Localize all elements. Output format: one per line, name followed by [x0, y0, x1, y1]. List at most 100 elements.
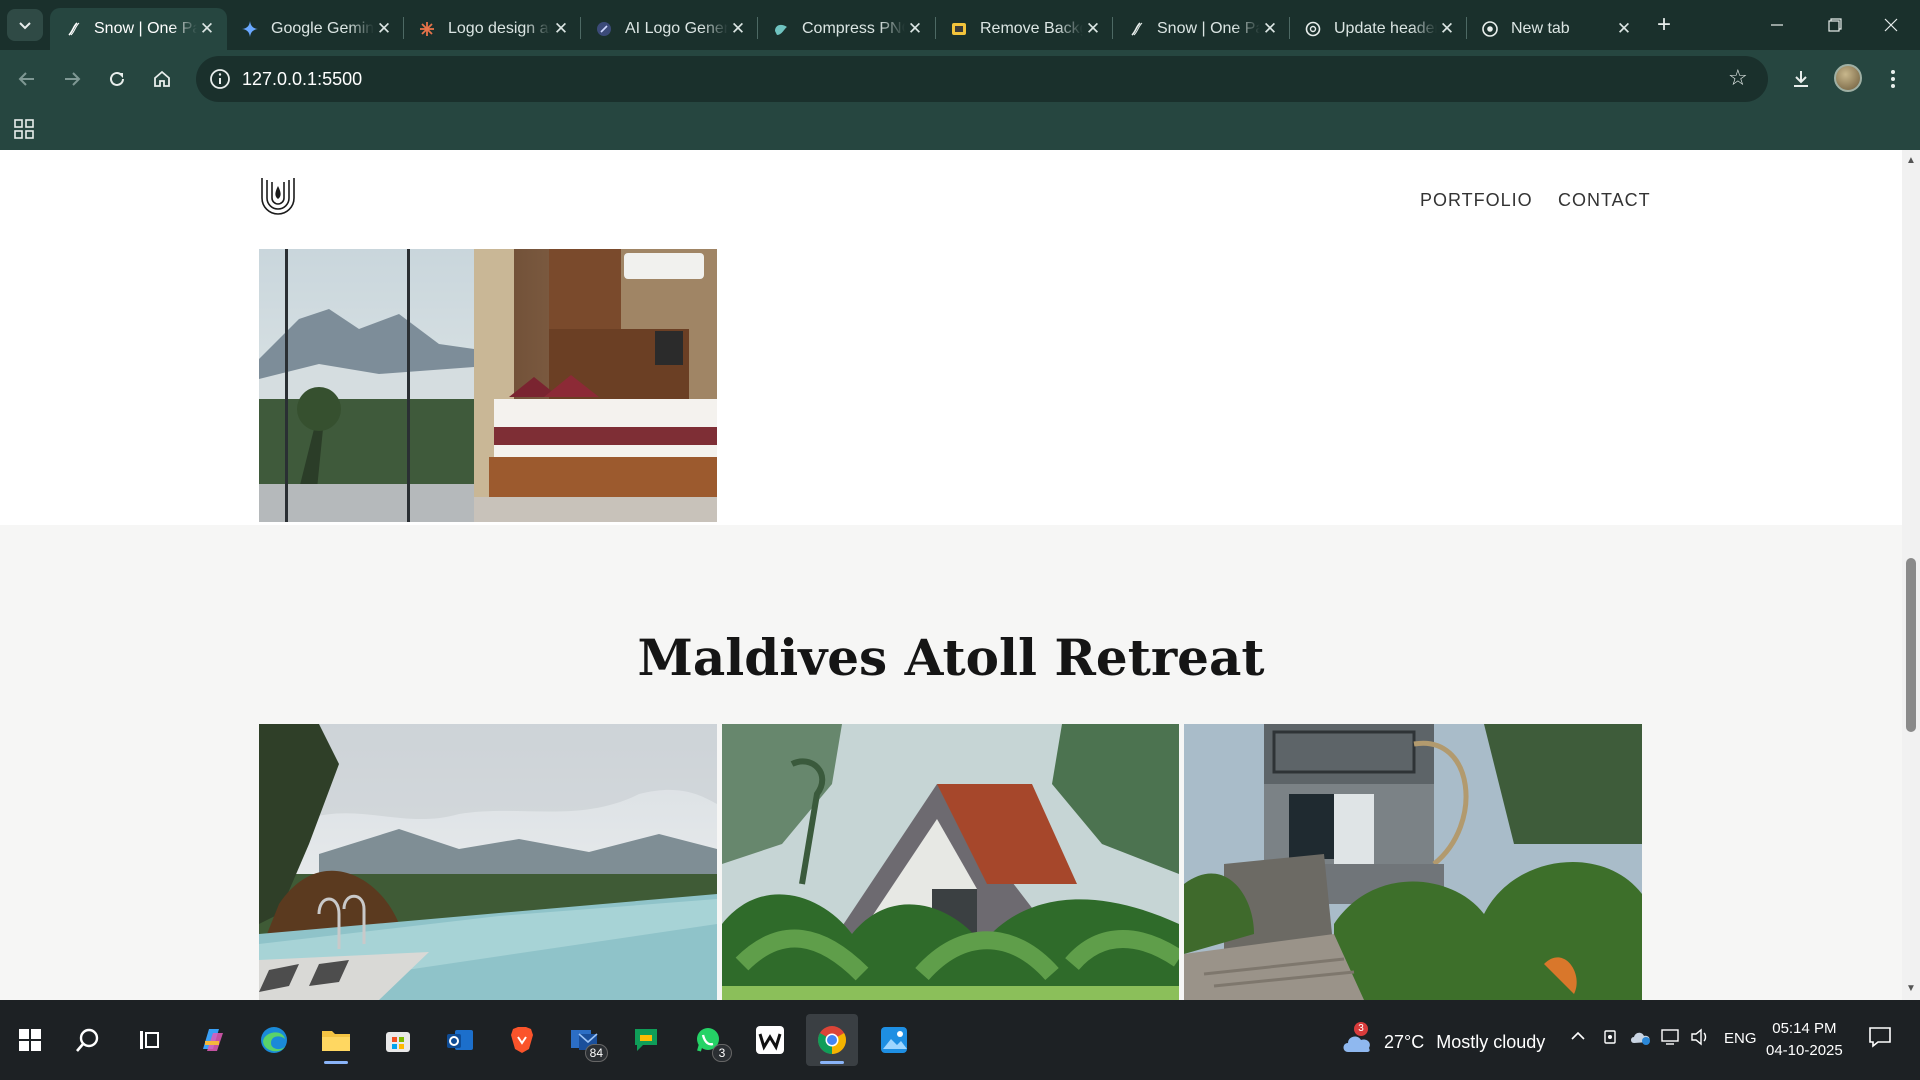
forward-button[interactable] [55, 62, 89, 96]
tab-close-icon[interactable]: ✕ [551, 19, 571, 39]
cloud-icon: 3 [1340, 1022, 1374, 1056]
tab-close-icon[interactable]: ✕ [1260, 19, 1280, 39]
bedroom-view-photo[interactable] [259, 249, 717, 522]
arrow-right-icon [65, 72, 81, 86]
restore-icon[interactable] [1806, 0, 1864, 50]
scroll-down-icon[interactable]: ▼ [1906, 984, 1916, 994]
scrollbar-thumb[interactable] [1906, 558, 1916, 732]
arrow-left-icon [18, 72, 34, 86]
reload-button[interactable] [100, 62, 134, 96]
nav-contact-link[interactable]: CONTACT [1558, 190, 1651, 211]
network-icon[interactable] [1660, 1028, 1680, 1051]
clock-date: 04-10-2025 [1766, 1042, 1843, 1059]
menu-kebab-icon[interactable] [1878, 64, 1908, 94]
logo-design-icon [418, 20, 436, 38]
page-scrollbar[interactable]: ▲ ▼ [1902, 150, 1920, 1000]
minimize-icon[interactable] [1748, 0, 1806, 50]
bookmarks-bar [0, 108, 1920, 150]
photos-app-icon[interactable] [868, 1014, 920, 1066]
edge-icon[interactable] [248, 1014, 300, 1066]
tab-title: Snow | One Page [1157, 20, 1260, 37]
browser-toolbar: 127.0.0.1:5500 ☆ [0, 50, 1920, 108]
tab-title: Update header [1334, 20, 1437, 37]
tab-title: New tab [1511, 20, 1570, 37]
volume-icon[interactable] [1690, 1028, 1710, 1051]
microsoft-store-icon[interactable] [372, 1014, 424, 1066]
outlook-icon[interactable] [434, 1014, 486, 1066]
tab-close-icon[interactable]: ✕ [1614, 19, 1634, 39]
chrome-icon [1481, 20, 1499, 38]
windows-start-icon[interactable] [4, 1014, 56, 1066]
chrome-taskbar-icon[interactable] [806, 1014, 858, 1066]
tab-snow[interactable]: Snow | One Page ✕ [1113, 8, 1290, 50]
close-window-icon[interactable] [1862, 0, 1920, 50]
download-icon[interactable] [1786, 64, 1816, 94]
windows-taskbar: 84 3 3 27°C Mostly cloudy ENG 05:14 PM 0… [0, 1000, 1920, 1080]
site-header: PORTFOLIO CONTACT [0, 150, 1902, 248]
wps-office-icon[interactable] [744, 1014, 796, 1066]
infinity-pool-photo[interactable] [259, 724, 717, 1000]
site-info-icon[interactable] [208, 67, 232, 91]
tab-snow-active[interactable]: Snow | One Page ✕ [50, 8, 227, 50]
address-bar[interactable]: 127.0.0.1:5500 ☆ [196, 56, 1768, 102]
url-text[interactable]: 127.0.0.1:5500 [242, 69, 362, 90]
tab-title: AI Logo Generator [625, 20, 728, 37]
notifications-icon[interactable] [1868, 1026, 1892, 1053]
section-title: Maldives Atoll Retreat [637, 628, 1265, 687]
tab-ai-logo[interactable]: AI Logo Generator ✕ [581, 8, 758, 50]
tab-new-tab[interactable]: New tab ✕ [1467, 8, 1644, 50]
home-button[interactable] [145, 62, 179, 96]
tab-search-button[interactable] [7, 9, 43, 41]
weather-condition: Mostly cloudy [1436, 1031, 1546, 1052]
nav-portfolio-link[interactable]: PORTFOLIO [1420, 190, 1533, 211]
file-explorer-icon[interactable] [310, 1014, 362, 1066]
copilot-icon[interactable] [186, 1014, 238, 1066]
whatsapp-badge: 3 [712, 1044, 732, 1062]
villa-photo[interactable] [1184, 724, 1642, 1000]
profile-avatar[interactable] [1834, 64, 1862, 92]
cottage-photo[interactable] [722, 724, 1179, 1000]
back-button[interactable] [10, 62, 44, 96]
search-icon[interactable] [62, 1014, 114, 1066]
brave-icon[interactable] [496, 1014, 548, 1066]
show-hidden-icons-chevron-icon[interactable] [1570, 1028, 1586, 1049]
tab-strip: Snow | One Page ✕ Google Gemini ✕ Logo d… [0, 0, 1920, 50]
home-icon [154, 70, 170, 87]
tab-logo-design[interactable]: Logo design and ✕ [404, 8, 581, 50]
language-indicator[interactable]: ENG [1724, 1030, 1757, 1047]
tab-close-icon[interactable]: ✕ [728, 19, 748, 39]
onedrive-icon[interactable] [1630, 1028, 1652, 1051]
gemini-icon [241, 20, 259, 38]
tab-title: Remove Background [980, 20, 1083, 37]
snow-icon [1127, 20, 1145, 38]
ai-logo-icon [595, 20, 613, 38]
chatgpt-icon [1304, 20, 1322, 38]
scroll-up-icon[interactable]: ▲ [1906, 156, 1916, 166]
new-tab-plus-icon[interactable]: + [1650, 11, 1678, 39]
google-chat-icon[interactable] [620, 1014, 672, 1066]
tab-close-icon[interactable]: ✕ [905, 19, 925, 39]
tab-gemini[interactable]: Google Gemini ✕ [227, 8, 404, 50]
tab-title: Google Gemini [271, 20, 374, 37]
whatsapp-icon[interactable]: 3 [682, 1014, 734, 1066]
apps-grid-icon[interactable] [12, 117, 36, 141]
tab-update-header[interactable]: Update header ✕ [1290, 8, 1467, 50]
tab-title: Logo design and [448, 20, 551, 37]
tab-close-icon[interactable]: ✕ [1437, 19, 1457, 39]
bookmark-star-icon[interactable]: ☆ [1728, 66, 1752, 90]
task-view-icon[interactable] [124, 1014, 176, 1066]
tab-title: Snow | One Page [94, 20, 197, 37]
tab-remove-background[interactable]: Remove Background ✕ [936, 8, 1113, 50]
compress-icon [772, 20, 790, 38]
tab-close-icon[interactable]: ✕ [1083, 19, 1103, 39]
site-logo-icon[interactable] [258, 174, 298, 218]
weather-temp: 27°C [1384, 1031, 1425, 1052]
mail-badge: 84 [584, 1044, 608, 1062]
mail-app-icon[interactable]: 84 [558, 1014, 610, 1066]
system-clock[interactable]: 05:14 PM 04-10-2025 [1766, 1018, 1843, 1062]
tab-close-icon[interactable]: ✕ [374, 19, 394, 39]
tab-compress-png[interactable]: Compress PNG ✕ [758, 8, 935, 50]
tab-close-icon[interactable]: ✕ [197, 19, 217, 39]
meet-now-icon[interactable] [1602, 1028, 1620, 1051]
weather-widget[interactable]: 3 27°C Mostly cloudy [1340, 1022, 1546, 1056]
